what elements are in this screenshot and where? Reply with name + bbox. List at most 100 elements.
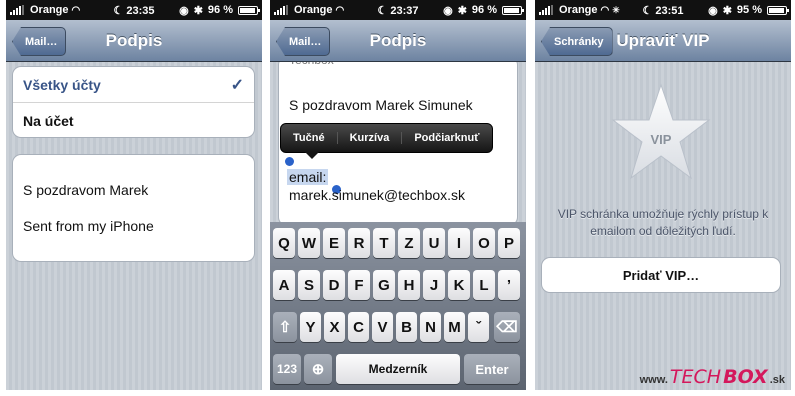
signature-line: S pozdravom Marek Simunek	[289, 97, 473, 113]
battery-icon	[502, 5, 524, 15]
page-title: Upraviť VIP	[616, 30, 710, 50]
selection-handle-start[interactable]	[285, 157, 294, 166]
signal-icon	[539, 5, 553, 15]
option-per-account[interactable]: Na účet	[13, 103, 254, 139]
key-e[interactable]: E	[323, 228, 345, 258]
bluetooth-icon: ✱	[193, 4, 203, 17]
key-q[interactable]: Q	[273, 228, 295, 258]
vip-star-icon: VIP	[611, 82, 711, 182]
battery-percent: 95 %	[736, 4, 762, 16]
key-j[interactable]: J	[423, 270, 445, 300]
underline-button[interactable]: Podčiarknuť	[402, 132, 491, 144]
key-t[interactable]: T	[373, 228, 395, 258]
back-button[interactable]: Mail…	[12, 27, 67, 56]
key-s[interactable]: S	[298, 270, 320, 300]
bluetooth-icon: ✱	[457, 4, 467, 17]
signature-line: S pozdravom Marek	[23, 182, 149, 198]
navigation-bar: Mail… Podpis	[270, 20, 526, 62]
key-l[interactable]: L	[473, 270, 495, 300]
watermark-suffix: .sk	[769, 374, 785, 386]
key-n[interactable]: N	[420, 312, 441, 342]
watermark-logo: www. TECH BOX .sk	[640, 366, 785, 388]
navigation-bar: Schránky Upraviť VIP	[535, 20, 791, 62]
status-bar: Orange ◠ ☾ 23:35 ◉ ✱ 96 %	[6, 0, 262, 20]
key-b[interactable]: B	[396, 312, 417, 342]
carrier-label: Orange	[294, 4, 333, 16]
key-d[interactable]: D	[323, 270, 345, 300]
signal-icon	[10, 5, 24, 15]
wifi-icon: ◠	[335, 4, 345, 16]
globe-key[interactable]: ⊕	[304, 354, 332, 384]
key-r[interactable]: R	[348, 228, 370, 258]
add-vip-button[interactable]: Pridať VIP…	[541, 257, 781, 293]
battery-icon	[767, 5, 789, 15]
key-f[interactable]: F	[348, 270, 370, 300]
status-bar: Orange ◠ ☾ 23:37 ◉ ✱ 96 %	[270, 0, 526, 20]
key-x[interactable]: X	[324, 312, 345, 342]
key-o[interactable]: O	[473, 228, 495, 258]
key-k[interactable]: K	[448, 270, 470, 300]
key-u[interactable]: U	[423, 228, 445, 258]
numbers-key[interactable]: 123	[273, 354, 301, 384]
checkmark-icon: ✓	[230, 76, 244, 94]
bold-button[interactable]: Tučné	[281, 132, 338, 144]
key-v[interactable]: V	[372, 312, 393, 342]
activity-icon: ✳	[612, 4, 620, 15]
space-key[interactable]: Medzerník	[336, 354, 460, 384]
key-g[interactable]: G	[373, 270, 395, 300]
battery-percent: 96 %	[471, 4, 497, 16]
key-caron[interactable]: ˇ	[468, 312, 489, 342]
key-a[interactable]: A	[273, 270, 295, 300]
page-title: Podpis	[105, 30, 163, 50]
option-all-accounts[interactable]: Všetky účty ✓	[13, 67, 254, 103]
keyboard: Q W E R T Z U I O P A S D F G H J K L ’ …	[270, 222, 526, 390]
back-button[interactable]: Mail…	[276, 27, 331, 56]
vip-description: VIP schránka umožňuje rýchly prístup k e…	[557, 207, 769, 238]
signature-edit-screen: Orange ◠ ☾ 23:37 ◉ ✱ 96 % Mail… Podpis T…	[270, 0, 526, 390]
vip-star-label: VIP	[650, 132, 672, 147]
option-label: Všetky účty	[23, 76, 101, 93]
shift-icon: ⇧	[278, 319, 292, 336]
enter-key[interactable]: Enter	[464, 354, 520, 384]
italic-button[interactable]: Kurzíva	[338, 132, 403, 144]
key-z[interactable]: Z	[398, 228, 420, 258]
key-apostrophe[interactable]: ’	[498, 270, 520, 300]
lock-rotation-icon: ◉	[179, 4, 189, 17]
signature-text-field[interactable]: S pozdravom Marek Sent from my iPhone	[12, 154, 255, 262]
navigation-bar: Mail… Podpis	[6, 20, 262, 62]
key-i[interactable]: I	[448, 228, 470, 258]
edit-menu: Tučné Kurzíva Podčiarknuť	[280, 123, 493, 159]
watermark-tech: TECH	[669, 366, 722, 388]
key-y[interactable]: Y	[300, 312, 321, 342]
battery-percent: 96 %	[207, 4, 233, 16]
key-m[interactable]: M	[444, 312, 465, 342]
wifi-icon: ◠	[600, 4, 610, 16]
watermark-box: BOX	[723, 366, 768, 388]
signature-scope-group: Všetky účty ✓ Na účet	[12, 66, 255, 138]
watermark-prefix: www.	[639, 374, 668, 386]
edit-vip-screen: Orange ◠ ✳ ☾ 23:51 ◉ ✱ 95 % Schránky Upr…	[535, 0, 791, 390]
selected-text[interactable]: email:	[287, 169, 329, 185]
bluetooth-icon: ✱	[722, 4, 732, 17]
delete-key[interactable]: ⌫	[494, 312, 520, 342]
signature-line: marek.simunek@techbox.sk	[289, 187, 466, 203]
back-button[interactable]: Schránky	[541, 27, 613, 56]
status-bar: Orange ◠ ✳ ☾ 23:51 ◉ ✱ 95 %	[535, 0, 791, 20]
signature-settings-screen: Orange ◠ ☾ 23:35 ◉ ✱ 96 % Mail… Podpis V…	[6, 0, 262, 390]
signature-line: Sent from my iPhone	[23, 218, 154, 234]
globe-icon: ⊕	[311, 361, 325, 378]
lock-rotation-icon: ◉	[708, 4, 718, 17]
battery-icon	[238, 5, 260, 15]
option-label: Na účet	[23, 113, 74, 129]
shift-key[interactable]: ⇧	[273, 312, 297, 342]
key-c[interactable]: C	[348, 312, 369, 342]
carrier-label: Orange	[30, 4, 69, 16]
lock-rotation-icon: ◉	[443, 4, 453, 17]
wifi-icon: ◠	[71, 4, 81, 16]
backspace-icon: ⌫	[496, 319, 518, 336]
key-w[interactable]: W	[298, 228, 320, 258]
key-h[interactable]: H	[398, 270, 420, 300]
key-p[interactable]: P	[498, 228, 520, 258]
carrier-label: Orange	[559, 4, 598, 16]
signal-icon	[274, 5, 288, 15]
